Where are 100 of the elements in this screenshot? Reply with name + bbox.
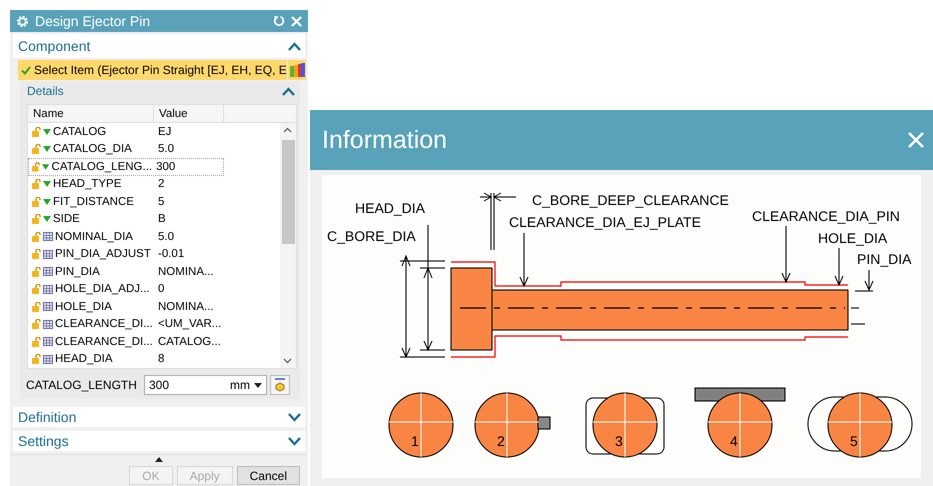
lock-icon [32,319,41,330]
lock-icon [32,162,40,172]
property-name: CATALOG_DIA [53,143,132,156]
select-item-bar[interactable]: Select Item (Ejector Pin Straight [EJ, EH, EQ, E [18,60,287,80]
dimension-arrow [520,232,528,288]
dropdown-icon[interactable] [254,382,262,388]
property-value: -0.01 [158,248,184,260]
property-name: HEAD_TYPE [53,178,122,190]
grid-icon [43,337,53,346]
property-value: B [158,213,166,226]
dimension-label: HEAD_DIA [355,200,426,216]
grid-icon [43,267,53,276]
lock-icon [32,179,41,190]
dimension-arrow [834,248,844,286]
triangle-icon [43,128,51,135]
property-value: NOMINA... [158,266,214,278]
scrollbar[interactable] [280,123,296,368]
close-icon[interactable] [907,131,925,149]
column-header[interactable]: Name [28,105,154,122]
table-row[interactable]: CATALOG_DIA 5.0 [28,140,278,158]
lock-icon [32,302,41,312]
table-row[interactable]: HEAD_TYPE 2 [28,176,278,193]
scroll-down-icon[interactable] [283,358,292,364]
property-name: CATALOG_LENG... [52,160,152,173]
dimension-label: C_BORE_DEEP_CLEARANCE [532,192,729,208]
table-row[interactable]: PIN_DIA NOMINA... [28,263,278,280]
table-row[interactable]: CATALOG_LENG... 300 [28,158,224,176]
table-row[interactable]: HEAD_DIA 8 [28,350,278,368]
triangle-icon [42,164,50,170]
section-number: 5 [850,433,858,449]
triangle-icon [43,146,51,152]
lock-icon [32,249,41,260]
lock-icon [32,354,41,364]
property-value: <UM_VAR... [158,318,222,330]
expand-icon[interactable] [288,436,301,446]
property-value: 8 [158,353,164,366]
property-value: CATALOG... [158,336,221,348]
dimension-arrow [854,270,874,292]
grid-icon [43,232,53,242]
table-row[interactable]: CLEARANCE_DI... CATALOG... [28,333,278,350]
property-name: CLEARANCE_DI... [55,336,153,348]
triangle-icon [43,198,51,205]
table-row[interactable]: CATALOG EJ [28,123,278,140]
property-value: NOMINA... [158,300,214,313]
dimension-label: C_BORE_DIA [327,228,416,244]
table-row[interactable]: HOLE_DIA NOMINA... [28,298,278,316]
library-button[interactable] [288,60,306,80]
property-value: 5 [158,196,164,208]
collapse-icon[interactable] [155,457,163,462]
subsection-header[interactable]: Details [27,84,64,98]
lock-icon [32,144,41,154]
dimension-label: CLEARANCE_DIA_PIN [752,208,900,224]
section-header[interactable]: Component [18,38,90,54]
input-field[interactable]: 300 mm [144,375,267,395]
field-label: CATALOG_LENGTH [26,378,138,392]
reset-icon[interactable] [273,15,285,27]
window-title: Design Ejector Pin [35,13,152,29]
grid-icon [43,354,53,364]
section-header[interactable]: Definition [18,409,76,425]
formula-button[interactable] [270,375,290,395]
property-name: CLEARANCE_DI... [55,318,153,330]
property-name: SIDE [53,213,80,226]
lock-icon [32,232,41,242]
scroll-up-icon[interactable] [283,127,292,133]
dimension-label: CLEARANCE_DIA_EJ_PLATE [509,214,701,230]
property-value: 0 [158,283,164,296]
property-name: HOLE_DIA_ADJ... [55,283,150,296]
table-row[interactable]: SIDE B [28,210,278,228]
grid-icon [43,284,53,294]
property-value: 5.0 [158,143,174,156]
dimension-label: PIN_DIA [857,251,912,267]
lock-icon [32,266,41,277]
property-name: CATALOG [53,126,106,138]
lock-icon [32,214,41,224]
lock-icon [32,126,41,137]
dimension-label: HOLE_DIA [818,230,888,246]
section-number: 4 [730,433,738,449]
section-number: 1 [411,433,419,449]
lock-icon [32,336,41,347]
close-icon[interactable] [291,16,302,26]
triangle-icon [43,181,51,188]
dialog-button[interactable]: Cancel [236,466,300,485]
table-row[interactable]: CLEARANCE_DI... <UM_VAR... [28,316,278,333]
grid-icon [43,302,53,312]
table-row[interactable]: PIN_DIA_ADJUST -0.01 [28,246,278,263]
property-value: 5.0 [158,230,174,243]
property-name: NOMINAL_DIA [55,230,133,243]
section-header[interactable]: Settings [18,433,69,449]
table-row[interactable]: FIT_DISTANCE 5 [28,193,278,210]
pin-section-drawing [388,392,454,458]
section-number: 2 [497,433,505,449]
property-name: HEAD_DIA [55,353,113,366]
settings-icon[interactable] [16,14,29,28]
column-header[interactable]: Value [154,105,224,122]
property-name: FIT_DISTANCE [53,196,134,208]
table-row[interactable]: NOMINAL_DIA 5.0 [28,228,278,246]
grid-icon [43,320,53,329]
table-row[interactable]: HOLE_DIA_ADJ... 0 [28,280,278,298]
property-value: 300 [156,160,176,173]
expand-icon[interactable] [288,412,301,422]
